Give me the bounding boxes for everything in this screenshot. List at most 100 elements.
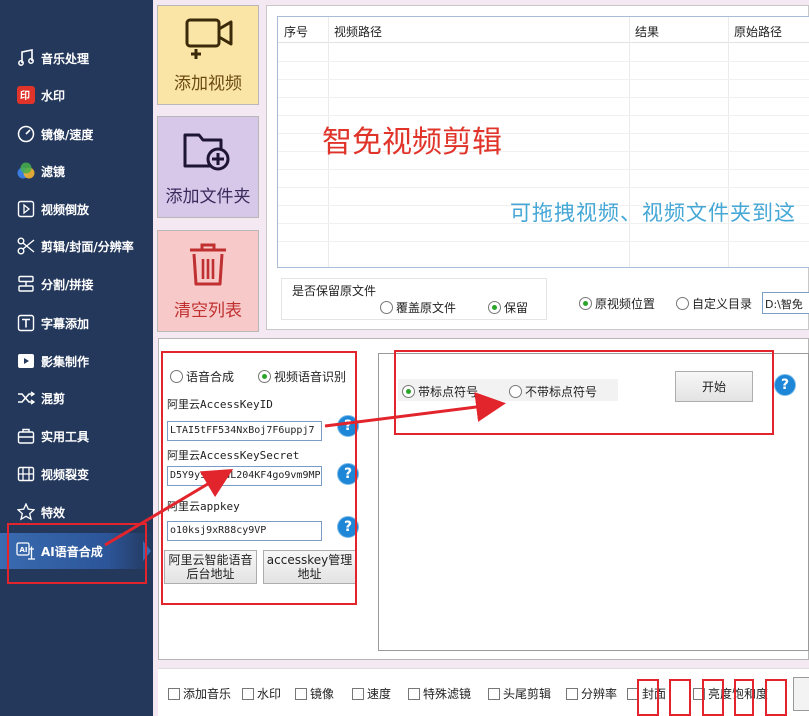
- text-t-icon: [16, 313, 36, 333]
- video-camera-plus-icon: [181, 16, 235, 65]
- drag-drop-hint: 可拖拽视频、视频文件夹到这: [510, 201, 796, 225]
- annotation-box-bottom: [637, 679, 659, 716]
- keep-original-radio[interactable]: 保留: [488, 299, 528, 316]
- checkbox-box: [295, 687, 307, 700]
- column-divider: [629, 17, 630, 267]
- help-icon[interactable]: ?: [774, 374, 796, 396]
- annotation-box-credentials: [161, 351, 357, 605]
- sidebar-item-label: 字幕添加: [41, 316, 90, 331]
- radio-label: 自定义目录: [692, 297, 753, 311]
- sidebar-item-mirror-speed[interactable]: 镜像/速度: [0, 116, 153, 152]
- add-folder-label: 添加文件夹: [165, 187, 251, 207]
- special-filter-checkbox[interactable]: 特殊滤镜: [408, 685, 471, 702]
- sidebar-item-split-join[interactable]: 分割/拼接: [0, 266, 153, 302]
- checkbox-box: [352, 687, 364, 700]
- column-divider: [728, 17, 729, 267]
- sidebar-item-label: 实用工具: [41, 429, 90, 444]
- checkbox-label: 水印: [257, 687, 282, 701]
- sidebar-item-label: 剪辑/封面/分辨率: [41, 239, 134, 254]
- checkbox-box: [168, 687, 180, 700]
- annotation-box-options: [394, 350, 774, 435]
- watermark-checkbox[interactable]: 水印: [242, 685, 281, 702]
- sidebar: 音乐处理 印 水印 镜像/速度 滤镜 视频倒放 剪辑/封面/分辨率 分割/拼接 …: [0, 0, 153, 716]
- add-video-button[interactable]: 添加视频: [157, 5, 259, 105]
- sidebar-item-tools[interactable]: 实用工具: [0, 418, 153, 454]
- sidebar-item-label: 特效: [41, 505, 66, 520]
- row-divider: [278, 79, 809, 80]
- output-original-location-radio[interactable]: 原视频位置: [579, 295, 655, 312]
- annotation-box-sidebar: [7, 523, 147, 584]
- radio-label: 覆盖原文件: [396, 301, 457, 315]
- speedometer-icon: [16, 124, 36, 144]
- clear-list-label: 清空列表: [174, 301, 242, 321]
- checkbox-label: 特殊滤镜: [423, 687, 472, 701]
- output-path-field[interactable]: D:\智免: [762, 292, 809, 314]
- sidebar-item-label: 视频裂变: [41, 467, 90, 482]
- sidebar-item-label: 音乐处理: [41, 51, 90, 66]
- reverse-play-icon: [16, 199, 36, 219]
- toolbox-icon: [16, 426, 36, 446]
- sidebar-item-subtitle[interactable]: 字幕添加: [0, 305, 153, 341]
- folder-plus-icon: [181, 127, 235, 178]
- row-divider: [278, 241, 809, 242]
- add-music-checkbox[interactable]: 添加音乐: [168, 685, 231, 702]
- file-list-panel: 序号 视频路径 结果 原始路径 智免视频剪辑 可拖拽视频、视频文件夹到这 是否保…: [266, 5, 809, 330]
- mirror-checkbox[interactable]: 镜像: [295, 685, 334, 702]
- bottom-right-button-edge[interactable]: [793, 677, 809, 711]
- radio-dot: [380, 301, 393, 314]
- head-tail-cut-checkbox[interactable]: 头尾剪辑: [488, 685, 551, 702]
- sidebar-item-label: 水印: [41, 88, 66, 103]
- radio-dot: [579, 297, 592, 310]
- radio-dot: [676, 297, 689, 310]
- sidebar-item-reverse[interactable]: 视频倒放: [0, 191, 153, 227]
- sidebar-item-fission[interactable]: 视频裂变: [0, 456, 153, 492]
- split-join-icon: [16, 274, 36, 294]
- column-video-path: 视频路径: [334, 25, 383, 39]
- sidebar-item-watermark[interactable]: 印 水印: [0, 77, 153, 113]
- sidebar-item-label: 分割/拼接: [41, 277, 94, 292]
- keep-original-group: 是否保留原文件 覆盖原文件 保留: [281, 278, 547, 320]
- checkbox-box: [566, 687, 578, 700]
- overwrite-original-radio[interactable]: 覆盖原文件: [380, 299, 456, 316]
- annotation-box-bottom: [669, 679, 691, 716]
- svg-text:印: 印: [20, 90, 30, 102]
- trash-icon: [186, 241, 230, 292]
- sidebar-item-filter[interactable]: 滤镜: [0, 153, 153, 189]
- filter-icon: [16, 161, 36, 181]
- row-divider: [278, 115, 809, 116]
- sidebar-item-remix[interactable]: 混剪: [0, 380, 153, 416]
- checkbox-label: 速度: [367, 687, 392, 701]
- star-icon: [16, 502, 36, 522]
- radio-label: 保留: [504, 301, 529, 315]
- fission-icon: [16, 464, 36, 484]
- table-header: 序号 视频路径 结果 原始路径: [278, 17, 809, 43]
- annotation-box-bottom: [702, 679, 724, 716]
- sidebar-item-label: 混剪: [41, 391, 66, 406]
- file-table[interactable]: 序号 视频路径 结果 原始路径 智免视频剪辑 可拖拽视频、视频文件夹到这: [277, 16, 809, 268]
- scissors-icon: [16, 236, 36, 256]
- keep-original-title: 是否保留原文件: [292, 284, 377, 298]
- row-divider: [278, 97, 809, 98]
- row-divider: [278, 169, 809, 170]
- column-index: 序号: [284, 25, 309, 39]
- sidebar-item-music[interactable]: 音乐处理: [0, 40, 153, 76]
- sidebar-item-album[interactable]: 影集制作: [0, 343, 153, 379]
- album-icon: [16, 351, 36, 371]
- sidebar-item-label: 镜像/速度: [41, 127, 94, 142]
- checkbox-box: [488, 687, 500, 700]
- sidebar-item-label: 滤镜: [41, 164, 66, 179]
- column-original-path: 原始路径: [734, 25, 783, 39]
- output-custom-dir-radio[interactable]: 自定义目录: [676, 295, 752, 312]
- radio-label: 原视频位置: [595, 297, 656, 311]
- resolution-checkbox[interactable]: 分辨率: [566, 685, 617, 702]
- brand-watermark: 智免视频剪辑: [322, 125, 502, 160]
- clear-list-button[interactable]: 清空列表: [157, 230, 259, 332]
- annotation-box-bottom: [734, 679, 754, 716]
- checkbox-label: 头尾剪辑: [503, 687, 552, 701]
- music-note-icon: [16, 48, 36, 68]
- add-folder-button[interactable]: 添加文件夹: [157, 116, 259, 218]
- sidebar-item-cut-cover-resolution[interactable]: 剪辑/封面/分辨率: [0, 228, 153, 264]
- speed-checkbox[interactable]: 速度: [352, 685, 391, 702]
- column-result: 结果: [635, 25, 660, 39]
- row-divider: [278, 61, 809, 62]
